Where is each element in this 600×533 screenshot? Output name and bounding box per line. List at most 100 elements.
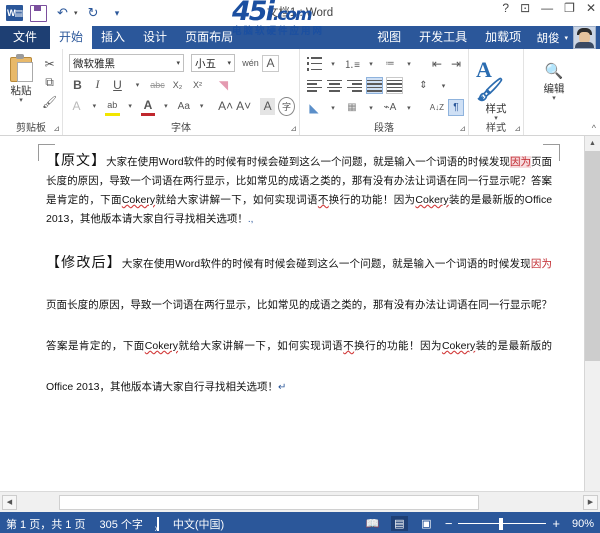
font-size-combo[interactable]: 小五 ▾ — [191, 54, 235, 72]
line-spacing-icon[interactable]: ⇕ — [415, 77, 432, 94]
redo-icon[interactable]: ↻ — [85, 5, 102, 22]
shading-icon[interactable]: ◣ — [306, 99, 322, 116]
increase-indent-icon[interactable]: ⇥ — [448, 55, 464, 72]
underline-icon[interactable]: U — [109, 76, 126, 93]
highlight-dropdown-icon[interactable]: ▾ — [123, 98, 138, 115]
numbering-dropdown-icon[interactable]: ▾ — [363, 55, 379, 72]
restore-button[interactable]: ❐ — [564, 2, 575, 14]
asian-layout-dropdown-icon[interactable]: ▾ — [401, 99, 417, 116]
text-effects-icon[interactable]: A — [69, 98, 84, 115]
paragraph-modified[interactable]: 【修改后】大家在使用Word软件的时候有时候会碰到这么一个问题，就是输入一个词语… — [46, 243, 552, 408]
font-size-dropdown-icon[interactable]: ▾ — [224, 59, 234, 67]
character-border-icon[interactable]: A — [262, 55, 279, 72]
account-dropdown-icon[interactable]: ▾ — [564, 34, 568, 42]
bullets-icon[interactable] — [306, 55, 322, 72]
asian-layout-icon[interactable]: ⌁A — [382, 99, 398, 116]
document-content[interactable]: 【原文】大家在使用Word软件的时候有时候会碰到这么一个问题，就是输入一个词语的… — [46, 152, 552, 408]
editing-dropdown-icon[interactable]: ▾ — [552, 96, 556, 101]
minimize-button[interactable]: — — [541, 2, 553, 14]
text-effects-dropdown-icon[interactable]: ▾ — [87, 98, 102, 115]
align-left-icon[interactable] — [306, 77, 323, 94]
styles-button[interactable]: A🖌 样式 ▾ — [476, 58, 516, 121]
paste-button[interactable]: 粘贴 ▾ — [4, 52, 38, 103]
view-read-mode-icon[interactable]: 📖 — [364, 516, 381, 531]
scroll-right-icon[interactable]: ▶ — [583, 495, 598, 510]
align-right-icon[interactable] — [346, 77, 363, 94]
zoom-level[interactable]: 90% — [566, 518, 594, 530]
font-dialog-launcher[interactable]: ⊿ — [290, 124, 297, 133]
font-color-icon[interactable]: A — [141, 96, 156, 116]
save-icon[interactable] — [30, 5, 47, 22]
undo-dropdown-icon[interactable]: ▾ — [74, 9, 78, 17]
document-page[interactable]: 【原文】大家在使用Word软件的时候有时候会碰到这么一个问题，就是输入一个词语的… — [8, 136, 584, 491]
tab-insert[interactable]: 插入 — [92, 26, 134, 49]
close-button[interactable]: ✕ — [586, 2, 596, 14]
view-print-layout-icon[interactable]: ▤ — [391, 516, 408, 531]
change-case-dropdown-icon[interactable]: ▾ — [194, 98, 209, 115]
borders-dropdown-icon[interactable]: ▾ — [363, 99, 379, 116]
status-language[interactable]: 中文(中国) — [173, 516, 224, 532]
zoom-slider-knob[interactable] — [499, 518, 503, 530]
line-spacing-dropdown-icon[interactable]: ▾ — [435, 77, 452, 94]
tab-developer[interactable]: 开发工具 — [410, 26, 476, 49]
grow-font-icon[interactable]: A˄ — [218, 98, 233, 115]
tab-view[interactable]: 视图 — [368, 26, 410, 49]
italic-icon[interactable]: I — [89, 76, 106, 93]
help-icon[interactable]: ? — [502, 2, 509, 14]
zoom-out-button[interactable]: − — [445, 519, 453, 529]
customize-qat-icon[interactable]: ▾ — [109, 5, 126, 22]
borders-icon[interactable]: ▦ — [344, 99, 360, 116]
clear-formatting-icon[interactable]: ◥ — [215, 76, 232, 93]
tab-home[interactable]: 开始 — [50, 26, 92, 49]
paragraph-original[interactable]: 【原文】大家在使用Word软件的时候有时候会碰到这么一个问题，就是输入一个词语的… — [46, 152, 552, 229]
multilevel-list-icon[interactable]: ≔ — [382, 55, 398, 72]
horizontal-scrollbar[interactable]: ◀ ▶ — [0, 491, 600, 512]
numbering-icon[interactable]: ⒈≡ — [344, 55, 360, 72]
justify-icon[interactable] — [366, 77, 383, 94]
underline-dropdown-icon[interactable]: ▾ — [129, 76, 146, 93]
bullets-dropdown-icon[interactable]: ▾ — [325, 55, 341, 72]
format-painter-icon[interactable]: 🖌 — [41, 93, 58, 110]
align-center-icon[interactable] — [326, 77, 343, 94]
editing-button[interactable]: 🔍 编辑 ▾ — [534, 60, 574, 101]
text-highlight-icon[interactable]: ab — [105, 96, 120, 116]
account-name[interactable]: 胡俊 — [536, 30, 559, 46]
clipboard-dialog-launcher[interactable]: ⊿ — [53, 124, 60, 133]
sort-icon[interactable]: A↓Z — [429, 99, 445, 116]
horizontal-scroll-track[interactable] — [19, 495, 581, 510]
tab-page-layout[interactable]: 页面布局 — [176, 26, 242, 49]
vertical-scroll-thumb[interactable] — [585, 151, 600, 361]
copy-icon[interactable]: ⧉ — [41, 74, 58, 91]
vertical-scrollbar[interactable]: ▲ — [584, 136, 600, 491]
styles-dialog-launcher[interactable]: ⊿ — [514, 124, 521, 133]
zoom-control[interactable]: − + 90% — [445, 518, 594, 530]
decrease-indent-icon[interactable]: ⇤ — [429, 55, 445, 72]
status-page-count[interactable]: 第 1 页，共 1 页 — [6, 516, 85, 532]
view-web-layout-icon[interactable]: ▣ — [418, 516, 435, 531]
superscript-icon[interactable]: X² — [189, 76, 206, 93]
cut-icon[interactable]: ✂ — [41, 55, 58, 72]
change-case-icon[interactable]: Aa — [176, 98, 191, 115]
font-name-dropdown-icon[interactable]: ▾ — [173, 59, 183, 67]
font-color-dropdown-icon[interactable]: ▾ — [158, 98, 173, 115]
bold-icon[interactable]: B — [69, 76, 86, 93]
phonetic-guide-icon[interactable]: wén — [242, 55, 259, 72]
tab-addins[interactable]: 加载项 — [476, 26, 530, 49]
text-shading-icon[interactable]: A — [260, 98, 275, 115]
shrink-font-icon[interactable]: A˅ — [236, 98, 251, 115]
status-proofing-icon[interactable] — [157, 518, 159, 530]
horizontal-scroll-thumb[interactable] — [59, 495, 479, 510]
scroll-up-icon[interactable]: ▲ — [585, 136, 600, 151]
zoom-slider[interactable] — [458, 523, 546, 525]
subscript-icon[interactable]: X₂ — [169, 76, 186, 93]
enclose-character-icon[interactable]: 字 — [278, 97, 295, 116]
tab-design[interactable]: 设计 — [134, 26, 176, 49]
undo-icon[interactable]: ↶ — [54, 5, 71, 22]
shading-dropdown-icon[interactable]: ▾ — [325, 99, 341, 116]
show-formatting-marks-icon[interactable]: ¶ — [448, 99, 464, 116]
font-name-combo[interactable]: 微软雅黑 ▾ — [69, 54, 184, 72]
zoom-in-button[interactable]: + — [552, 519, 560, 529]
tab-file[interactable]: 文件 — [0, 26, 50, 49]
status-word-count[interactable]: 305 个字 — [99, 516, 142, 532]
collapse-ribbon-icon[interactable]: ^ — [592, 123, 596, 133]
